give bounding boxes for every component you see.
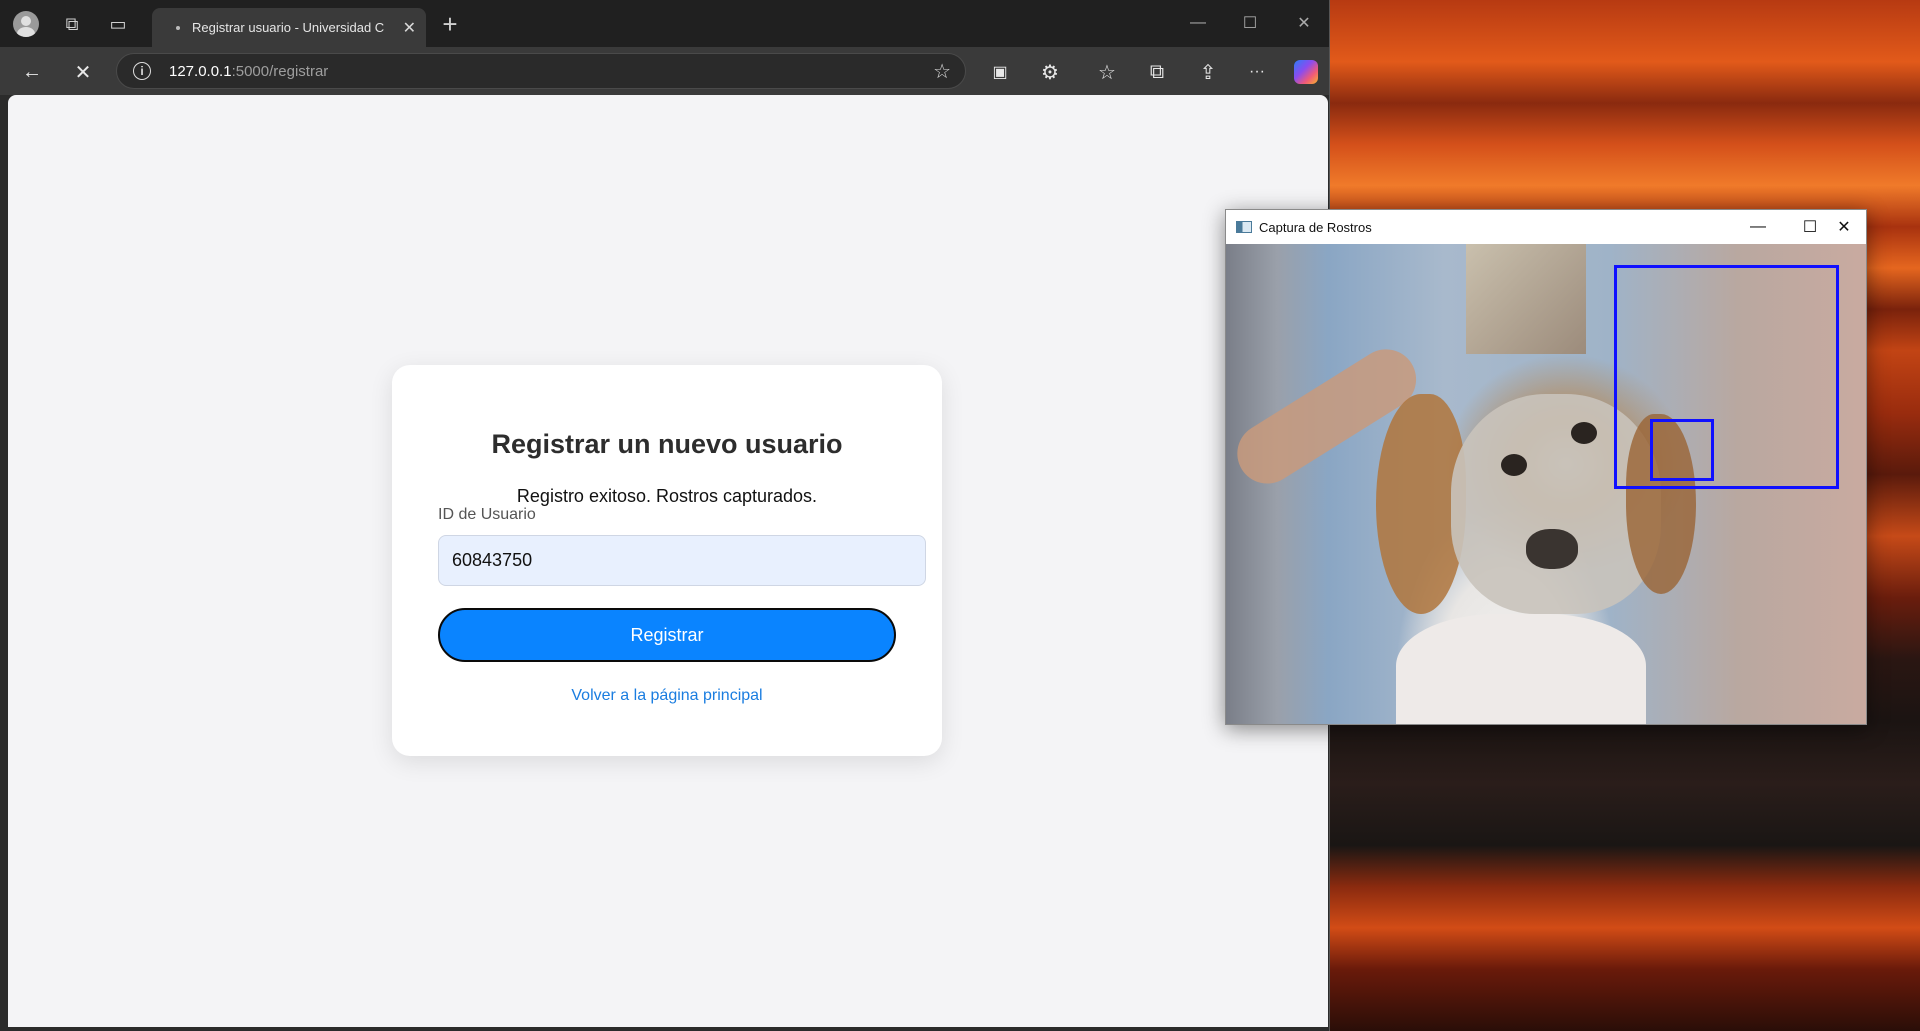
stop-loading-icon[interactable]: ✕: [69, 58, 97, 86]
loading-icon: [176, 25, 180, 30]
dog-nose: [1526, 529, 1578, 569]
favorite-star-icon[interactable]: ☆: [933, 59, 951, 84]
favorites-icon[interactable]: ☆: [1093, 58, 1121, 86]
workspaces-icon[interactable]: ⧉: [58, 10, 86, 38]
dog-eye-right: [1571, 422, 1597, 444]
more-icon[interactable]: ···: [1243, 58, 1271, 86]
face-capture-window: Captura de Rostros — ☐ ✕: [1225, 209, 1867, 725]
site-info-icon[interactable]: i: [133, 62, 151, 80]
minimize-icon[interactable]: —: [1178, 10, 1218, 36]
dog-eye-left: [1501, 454, 1527, 476]
dog-chest: [1396, 614, 1646, 724]
split-screen-icon[interactable]: ▣: [986, 58, 1014, 86]
share-icon[interactable]: ⇪: [1194, 58, 1222, 86]
new-tab-icon[interactable]: +: [436, 9, 464, 39]
close-icon[interactable]: ✕: [1284, 10, 1324, 36]
maximize-icon[interactable]: ☐: [1230, 10, 1270, 36]
capture-titlebar[interactable]: Captura de Rostros — ☐ ✕: [1226, 210, 1866, 244]
vertical-tabs-icon[interactable]: ▭: [104, 10, 132, 38]
copilot-icon[interactable]: [1292, 58, 1320, 86]
extensions-icon[interactable]: ⚙: [1036, 58, 1064, 86]
tab-title: Registrar usuario - Universidad C: [192, 20, 385, 35]
face-detection-box: [1614, 265, 1839, 489]
browser-window: ⧉ ▭ Registrar usuario - Universidad C ✕ …: [0, 0, 1330, 1031]
profile-avatar-icon[interactable]: [12, 10, 40, 38]
back-icon[interactable]: ←: [18, 58, 46, 86]
face-detection-box-small: [1650, 419, 1714, 481]
success-message: Registro exitoso. Rostros capturados.: [516, 486, 818, 506]
wall-poster: [1466, 244, 1586, 354]
capture-window-title: Captura de Rostros: [1259, 219, 1372, 235]
screenshot-icon[interactable]: ⧉: [1143, 58, 1171, 86]
tab-bar: ⧉ ▭ Registrar usuario - Universidad C ✕ …: [0, 0, 1329, 47]
browser-toolbar: ← ✕ i 127.0.0.1 :5000/registrar ☆ ▣ ⚙ ☆ …: [0, 47, 1329, 95]
user-id-input[interactable]: [438, 535, 926, 586]
app-window-icon: [1236, 221, 1252, 233]
address-bar[interactable]: i 127.0.0.1 :5000/registrar ☆: [116, 53, 966, 89]
tab-registrar[interactable]: Registrar usuario - Universidad C ✕: [152, 8, 426, 47]
capture-close-icon[interactable]: ✕: [1822, 214, 1866, 240]
capture-minimize-icon[interactable]: —: [1736, 214, 1780, 240]
user-id-label: ID de Usuario: [438, 506, 536, 523]
url-host: 127.0.0.1: [169, 62, 232, 80]
back-home-link[interactable]: Volver a la página principal: [392, 687, 942, 705]
tab-close-icon[interactable]: ✕: [403, 18, 416, 38]
camera-feed: [1226, 244, 1866, 724]
register-button[interactable]: Registrar: [438, 608, 896, 662]
register-card: Registrar un nuevo usuario Registro exit…: [392, 365, 942, 756]
page-viewport: Registrar un nuevo usuario Registro exit…: [8, 95, 1328, 1027]
url-path: :5000/registrar: [231, 62, 329, 80]
page-title: Registrar un nuevo usuario: [491, 429, 843, 459]
